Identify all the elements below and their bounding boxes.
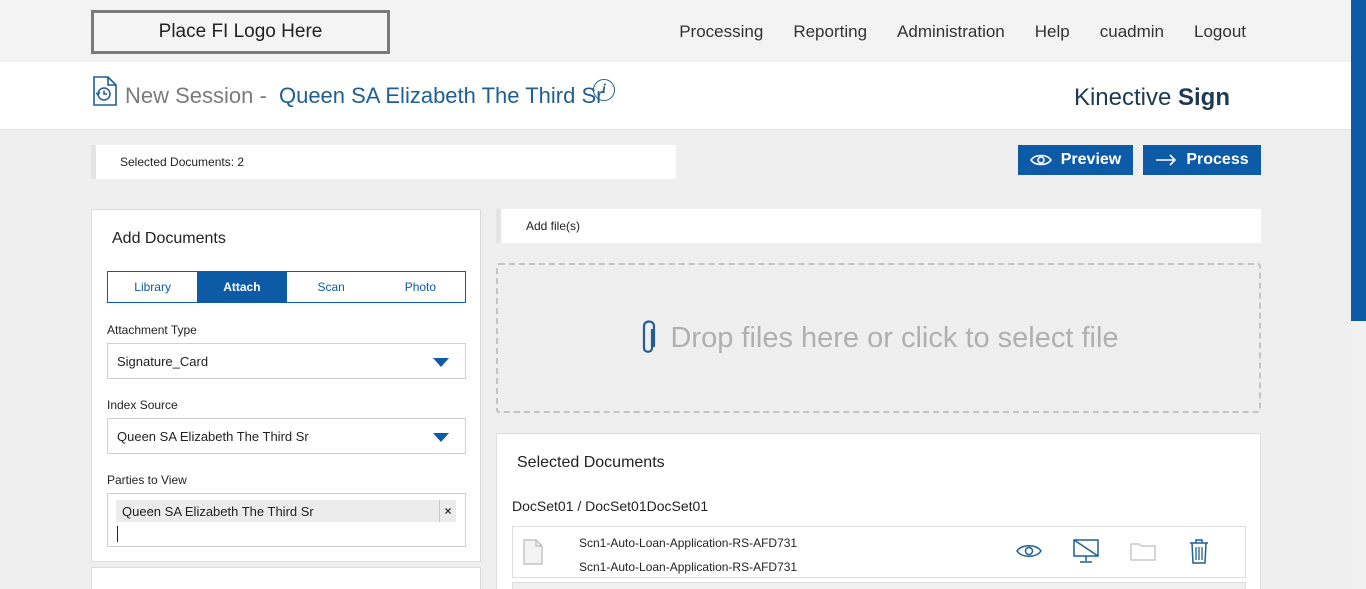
tab-attach[interactable]: Attach	[197, 272, 287, 302]
selected-documents-count: Selected Documents: 2	[91, 145, 676, 179]
top-navigation-bar: Place FI Logo Here Processing Reporting …	[0, 0, 1351, 62]
nav-reporting[interactable]: Reporting	[793, 22, 867, 42]
add-files-bar: Add file(s)	[496, 209, 1261, 243]
brand-regular: Kinective	[1073, 84, 1172, 111]
document-row: Scn1-Auto-Loan-Application-RS-AFD731 Scn…	[512, 526, 1246, 578]
preview-button[interactable]: Preview	[1018, 145, 1133, 175]
session-history-document-icon	[93, 76, 117, 106]
nav-user-cuadmin[interactable]: cuadmin	[1100, 22, 1164, 42]
title-prefix: New Session -	[125, 83, 267, 108]
secondary-panel	[91, 567, 481, 589]
process-label: Process	[1186, 151, 1249, 168]
brand-bold: Sign	[1178, 84, 1230, 111]
page-title: New Session - Queen SA Elizabeth The Thi…	[125, 83, 603, 109]
paperclip-icon	[643, 320, 656, 353]
selected-documents-title: Selected Documents	[517, 454, 665, 471]
document-name-secondary: Scn1-Auto-Loan-Application-RS-AFD731	[579, 560, 798, 574]
nav-logout[interactable]: Logout	[1194, 22, 1246, 42]
monitor-off-icon[interactable]	[1072, 537, 1100, 565]
remove-party-button[interactable]: ×	[439, 500, 456, 522]
document-row	[512, 582, 1246, 589]
chevron-down-icon	[433, 433, 449, 442]
tab-scan[interactable]: Scan	[287, 272, 376, 302]
fi-logo-placeholder[interactable]: Place FI Logo Here	[91, 10, 390, 54]
attachment-type-select[interactable]: Signature_Card	[107, 343, 466, 379]
index-source-value: Queen SA Elizabeth The Third Sr	[117, 429, 309, 444]
main-nav: Processing Reporting Administration Help…	[679, 22, 1246, 42]
preview-label: Preview	[1060, 151, 1122, 168]
add-documents-panel: Add Documents Library Attach Scan Photo …	[91, 209, 481, 562]
arrow-right-icon	[1156, 154, 1177, 166]
index-source-select[interactable]: Queen SA Elizabeth The Third Sr	[107, 418, 466, 454]
attachment-type-value: Signature_Card	[117, 354, 209, 369]
dropzone-text: Drop files here or click to select file	[670, 321, 1119, 354]
nav-help[interactable]: Help	[1035, 22, 1070, 42]
nav-processing[interactable]: Processing	[679, 22, 763, 42]
tab-photo[interactable]: Photo	[376, 272, 465, 302]
index-source-label: Index Source	[107, 398, 178, 412]
parties-to-view-input[interactable]: Queen SA Elizabeth The Third Sr ×	[107, 493, 466, 547]
party-chip: Queen SA Elizabeth The Third Sr ×	[116, 500, 456, 522]
info-icon[interactable]: i	[593, 79, 615, 101]
page-scrollbar-thumb[interactable]	[1351, 0, 1366, 321]
eye-icon	[1029, 154, 1052, 166]
eye-icon[interactable]	[1015, 537, 1043, 565]
folder-icon[interactable]	[1129, 537, 1157, 565]
process-button[interactable]: Process	[1143, 145, 1261, 175]
brand-logo: Kinective Sign	[1074, 84, 1230, 112]
file-dropzone[interactable]: Drop files here or click to select file	[496, 263, 1261, 413]
session-header: New Session - Queen SA Elizabeth The Thi…	[0, 62, 1351, 130]
session-customer-name: Queen SA Elizabeth The Third Sr	[278, 83, 604, 108]
add-documents-tabs: Library Attach Scan Photo	[107, 271, 466, 303]
nav-administration[interactable]: Administration	[897, 22, 1005, 42]
text-cursor	[117, 526, 118, 542]
attachment-type-label: Attachment Type	[107, 323, 197, 337]
add-documents-title: Add Documents	[112, 230, 226, 247]
tab-library[interactable]: Library	[108, 272, 197, 302]
docset-breadcrumb: DocSet01 / DocSet01DocSet01	[512, 498, 709, 514]
chevron-down-icon	[433, 358, 449, 367]
trash-icon[interactable]	[1185, 537, 1213, 565]
document-file-icon	[523, 539, 543, 565]
logo-text: Place FI Logo Here	[158, 21, 323, 42]
parties-to-view-label: Parties to View	[107, 473, 187, 487]
page-scrollbar-track[interactable]	[1351, 0, 1366, 589]
document-name: Scn1-Auto-Loan-Application-RS-AFD731	[579, 536, 798, 550]
party-chip-label: Queen SA Elizabeth The Third Sr	[122, 504, 314, 519]
selected-documents-panel: Selected Documents DocSet01 / DocSet01Do…	[496, 433, 1261, 589]
